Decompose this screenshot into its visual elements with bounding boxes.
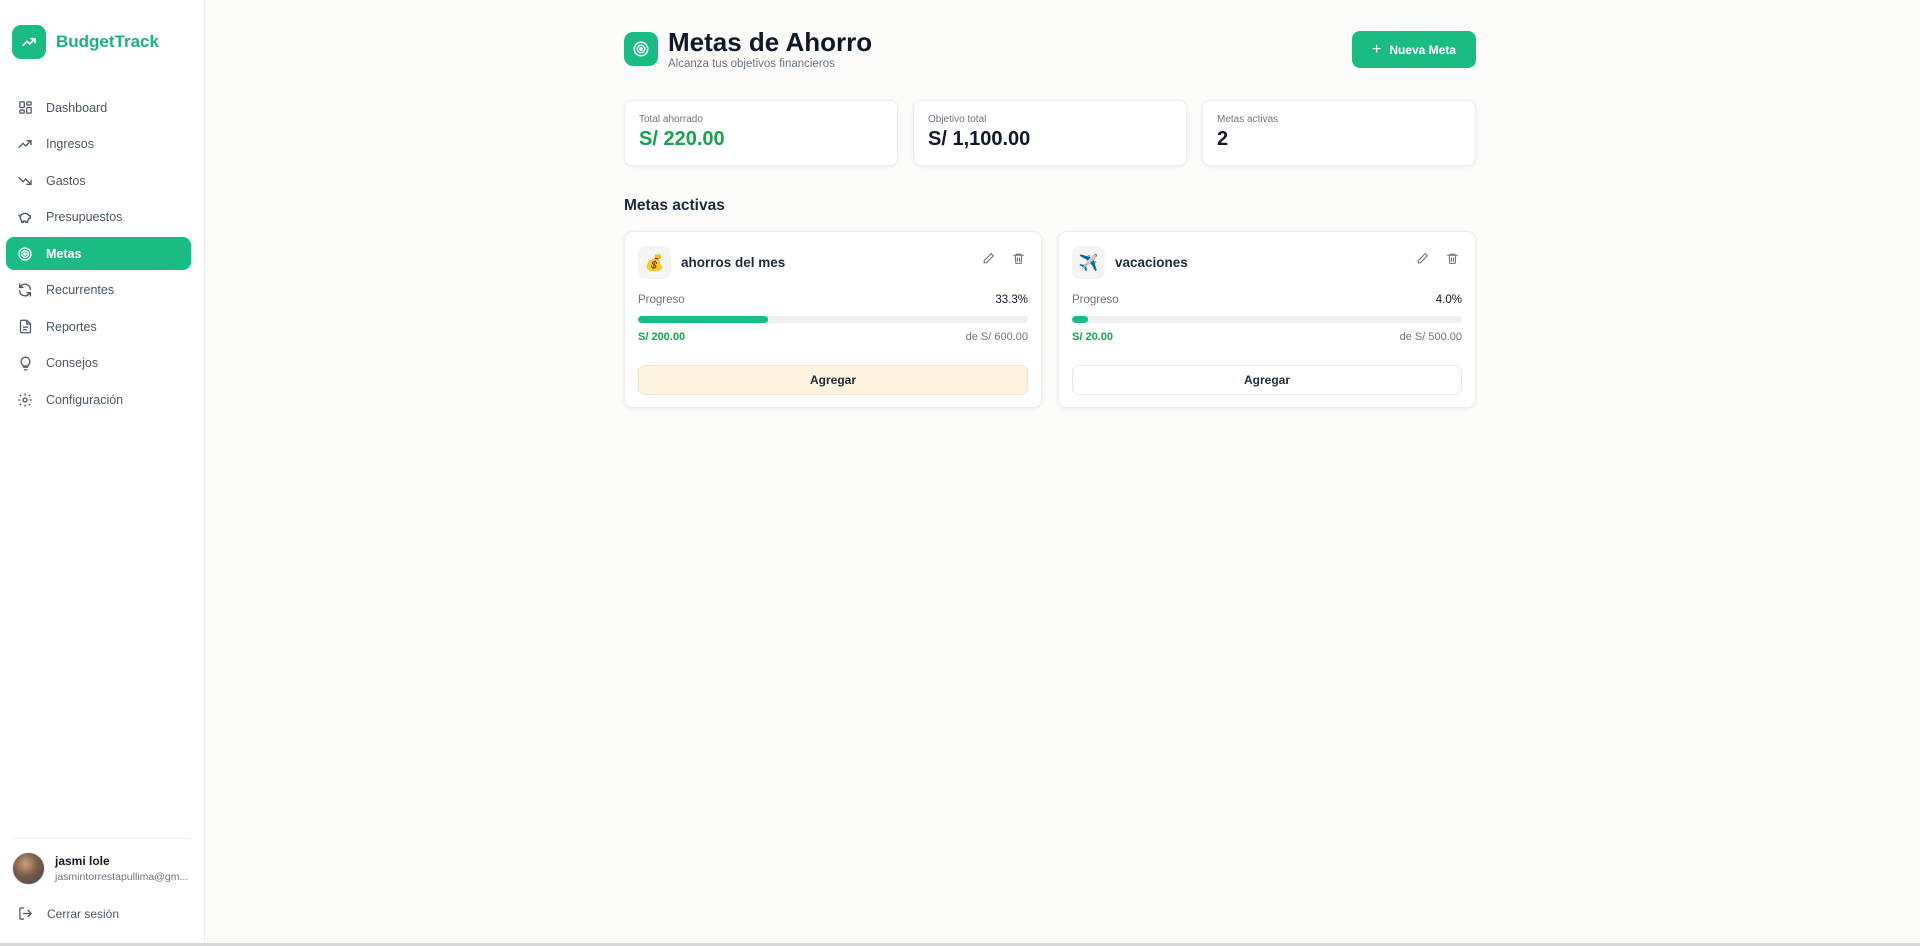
stat-value: 2 [1217, 128, 1229, 150]
sidebar-divider [12, 838, 190, 839]
trending-up-icon [16, 135, 34, 153]
brand[interactable]: BudgetTrack [12, 25, 159, 59]
stat-card-total-target: Objetivo total S/ 1,100.00 [913, 100, 1187, 166]
stats-row: Total ahorrado S/ 220.00 Objetivo total … [624, 100, 1476, 166]
edit-icon[interactable] [980, 250, 996, 266]
edit-icon[interactable] [1414, 250, 1430, 266]
page-subtitle: Alcanza tus objetivos financieros [668, 58, 835, 70]
trending-up-logo-icon [12, 25, 46, 59]
target-amount: de S/ 500.00 [1399, 331, 1462, 343]
trash-icon[interactable] [1444, 250, 1460, 266]
sidebar-item-label: Recurrentes [46, 283, 115, 297]
progress-percent: 4.0% [1435, 294, 1462, 306]
progress-label: Progreso [638, 294, 685, 306]
sidebar-item-presupuestos[interactable]: Presupuestos [6, 201, 191, 234]
sidebar-item-label: Dashboard [46, 100, 108, 115]
target-icon [16, 245, 34, 263]
progress-bar [638, 316, 1028, 323]
sidebar-item-label: Metas [46, 246, 82, 261]
file-text-icon [16, 318, 34, 336]
new-goal-button[interactable]: + Nueva Meta [1352, 31, 1476, 68]
goal-name: vacaciones [1115, 255, 1188, 270]
progress-bar [1072, 316, 1462, 323]
sidebar-item-consejos[interactable]: Consejos [6, 347, 191, 380]
logout-icon [18, 906, 33, 921]
plus-icon: + [1371, 40, 1382, 58]
refresh-icon [16, 281, 34, 299]
target-amount: de S/ 600.00 [965, 331, 1028, 343]
stat-value: S/ 220.00 [639, 128, 725, 150]
sidebar-item-recurrentes[interactable]: Recurrentes [6, 274, 191, 307]
lightbulb-icon [16, 354, 34, 372]
stat-label: Objetivo total [928, 114, 987, 125]
logout-label: Cerrar sesión [47, 906, 120, 921]
progress-percent: 33.3% [995, 294, 1028, 306]
sidebar-nav: Dashboard Ingresos Gastos Presupuestos M… [6, 91, 191, 420]
sidebar-item-label: Presupuestos [46, 210, 123, 224]
section-title: Metas activas [624, 197, 725, 214]
brand-name: BudgetTrack [56, 32, 159, 51]
add-funds-button[interactable]: Agregar [1072, 365, 1462, 395]
money-bag-icon: 💰 [638, 246, 671, 279]
logout-button[interactable]: Cerrar sesión [18, 906, 119, 921]
sidebar-item-label: Ingresos [46, 137, 94, 151]
stat-card-active-goals: Metas activas 2 [1202, 100, 1476, 166]
progress-fill [1072, 316, 1088, 323]
airplane-icon: ✈️ [1072, 246, 1105, 279]
goal-name: ahorros del mes [681, 255, 786, 270]
sidebar-item-gastos[interactable]: Gastos [6, 164, 191, 197]
sidebar-item-dashboard[interactable]: Dashboard [6, 91, 191, 124]
user-email: jasmintorrestapullima@gm... [55, 871, 189, 883]
page-title: Metas de Ahorro [668, 27, 873, 57]
target-icon [624, 32, 658, 66]
sidebar-item-label: Configuración [46, 392, 124, 407]
sidebar-item-label: Reportes [46, 319, 97, 334]
piggy-bank-icon [16, 208, 34, 226]
stat-value: S/ 1,100.00 [928, 128, 1031, 150]
progress-label: Progreso [1072, 294, 1119, 306]
saved-amount: S/ 200.00 [638, 331, 686, 343]
sidebar-item-metas[interactable]: Metas [6, 237, 191, 270]
sidebar-item-label: Consejos [46, 356, 99, 370]
sidebar-item-configuracion[interactable]: Configuración [6, 383, 191, 416]
add-funds-button[interactable]: Agregar [638, 365, 1028, 395]
stat-label: Metas activas [1217, 114, 1279, 125]
goal-card: 💰 ahorros del mes Progreso 33.3% S/ 200.… [624, 231, 1042, 408]
sidebar-item-ingresos[interactable]: Ingresos [6, 128, 191, 161]
stat-card-total-saved: Total ahorrado S/ 220.00 [624, 100, 898, 166]
grid-icon [16, 99, 34, 117]
stat-label: Total ahorrado [639, 114, 703, 125]
sidebar-item-reportes[interactable]: Reportes [6, 310, 191, 343]
page-header: Metas de Ahorro Alcanza tus objetivos fi… [624, 26, 872, 70]
saved-amount: S/ 20.00 [1072, 331, 1113, 343]
user-profile[interactable]: jasmi lole jasmintorrestapullima@gm... [12, 852, 188, 885]
sidebar: BudgetTrack Dashboard Ingresos Gastos Pr… [0, 0, 205, 943]
new-goal-label: Nueva Meta [1389, 42, 1457, 57]
user-name: jasmi lole [55, 854, 110, 868]
trending-down-icon [16, 172, 34, 190]
gear-icon [16, 391, 34, 409]
progress-fill [638, 316, 768, 323]
goal-card: ✈️ vacaciones Progreso 4.0% S/ 20.00 de … [1058, 231, 1476, 408]
trash-icon[interactable] [1010, 250, 1026, 266]
avatar [12, 852, 45, 885]
sidebar-item-label: Gastos [46, 173, 86, 188]
